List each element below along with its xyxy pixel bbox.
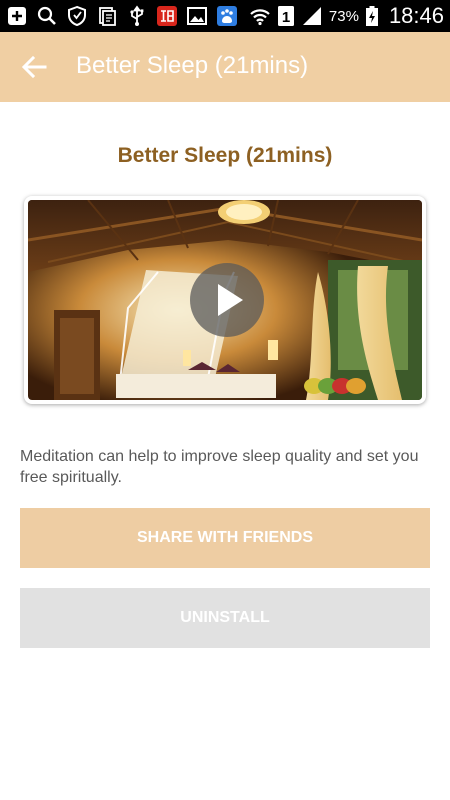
shield-icon (66, 5, 88, 27)
baidu-icon (216, 5, 238, 27)
app-bar: Better Sleep (21mins) (0, 32, 450, 102)
signal-icon (301, 5, 323, 27)
usb-icon (126, 5, 148, 27)
document-icon (96, 5, 118, 27)
play-button[interactable] (190, 263, 264, 337)
sim-1-icon: 1 (277, 5, 295, 27)
status-time: 18:46 (388, 3, 444, 28)
status-bar-system: 1 73% 18:46 (249, 3, 444, 28)
video-card[interactable] (24, 196, 426, 404)
news-app-icon (156, 5, 178, 27)
arrow-left-icon (18, 51, 50, 83)
battery-charging-icon (365, 5, 379, 27)
share-with-friends-button[interactable]: SHARE WITH FRIENDS (20, 508, 430, 568)
battery-percentage: 73% (328, 7, 359, 25)
sim-label: 1 (282, 9, 290, 26)
play-icon (190, 263, 264, 337)
app-bar-title: Better Sleep (21mins) (76, 52, 309, 79)
status-bar: 1 73% 18:46 (0, 0, 450, 32)
description-text: Meditation can help to improve sleep qua… (20, 448, 419, 486)
search-icon (36, 5, 58, 27)
wifi-icon (249, 5, 271, 27)
back-button[interactable] (18, 51, 50, 83)
page-title: Better Sleep (21mins) (117, 144, 333, 167)
add-box-icon (6, 5, 28, 27)
uninstall-button[interactable]: UNINSTALL (20, 588, 430, 648)
image-icon (186, 5, 208, 27)
status-bar-notifications (6, 4, 238, 28)
video-thumbnail[interactable] (28, 200, 422, 400)
